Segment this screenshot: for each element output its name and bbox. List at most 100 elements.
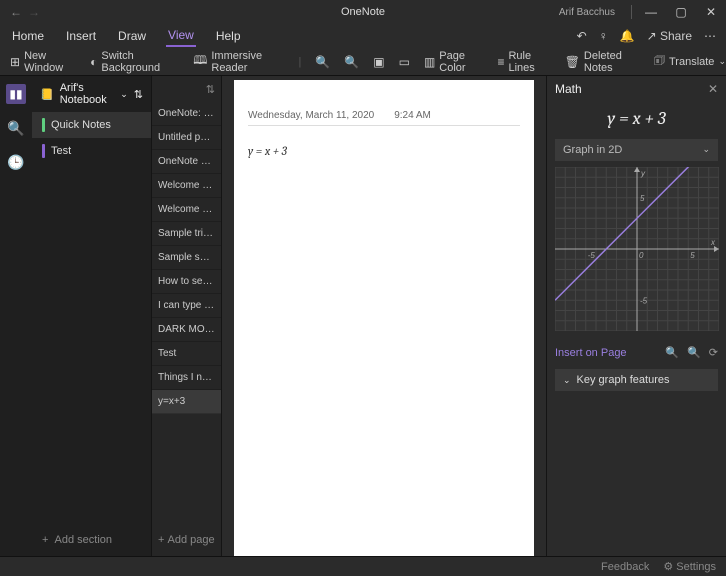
zoom-in-icon: 🔍 <box>344 55 359 69</box>
switch-bg-icon: ◐ <box>90 55 97 69</box>
math-graph[interactable]: -505-55xy <box>555 167 718 334</box>
feedback-link[interactable]: Feedback <box>601 561 649 573</box>
nav-rail: ▮▮ 🔍 🕒 <box>0 76 32 556</box>
rule-lines-icon: ≡ <box>497 55 504 69</box>
zoom-out-button[interactable]: 🔍 <box>315 55 330 69</box>
canvas-area: Wednesday, March 11, 2020 9:24 AM y = x … <box>222 76 546 556</box>
immersive-reader-button[interactable]: 🕮Immersive Reader <box>193 50 284 74</box>
ribbon: ⊞New Window ◐Switch Background 🕮Immersiv… <box>0 48 726 76</box>
page-list-item[interactable]: Sample trip pl… <box>152 222 221 246</box>
reset-icon[interactable]: ⟳ <box>709 346 718 359</box>
new-page-button[interactable]: ▭ <box>399 55 410 69</box>
app-name: OneNote <box>341 6 385 18</box>
lightbulb-icon[interactable]: ♀ <box>599 29 608 43</box>
page-list-item[interactable]: Welcome to O… <box>152 198 221 222</box>
graph-mode-dropdown[interactable]: Graph in 2D ⌄ <box>555 139 718 161</box>
menu-draw[interactable]: Draw <box>116 26 148 46</box>
nav-back-icon[interactable]: ← <box>10 5 22 19</box>
math-panel-header: Math ✕ <box>547 76 726 102</box>
svg-text:5: 5 <box>690 251 695 260</box>
page-color-button[interactable]: ▥Page Color <box>424 50 483 74</box>
page-list-item[interactable]: Things I need… <box>152 366 221 390</box>
window-minimize-button[interactable]: — <box>636 5 666 19</box>
page-list-item[interactable]: How to set up… <box>152 270 221 294</box>
divider: | <box>299 56 302 68</box>
zoom-out-icon[interactable]: 🔍 <box>687 346 701 359</box>
svg-text:-5: -5 <box>640 296 648 305</box>
switch-background-button[interactable]: ◐Switch Background <box>90 50 179 74</box>
zoom-in-icon[interactable]: 🔍 <box>665 346 679 359</box>
filter-icon[interactable]: ⇅ <box>134 88 143 101</box>
key-graph-features-dropdown[interactable]: ⌄ Key graph features <box>555 369 718 391</box>
notebook-name: Arif's Notebook <box>60 82 115 106</box>
notebook-header[interactable]: 📒 Arif's Notebook ⌄ ⇅ <box>32 76 151 112</box>
menu-view[interactable]: View <box>166 25 196 47</box>
add-section-button[interactable]: + Add section <box>32 524 151 556</box>
close-icon[interactable]: ✕ <box>708 82 718 96</box>
page-date-row: Wednesday, March 11, 2020 9:24 AM <box>248 110 520 126</box>
fit-window-icon: ▣ <box>373 55 384 69</box>
new-page-icon: ▭ <box>399 55 410 69</box>
window-maximize-button[interactable]: ▢ <box>666 5 696 19</box>
page-list-item[interactable]: DARK MODE… <box>152 318 221 342</box>
fit-window-button[interactable]: ▣ <box>373 55 384 69</box>
page-equation[interactable]: y = x + 3 <box>248 144 520 158</box>
section-quick-notes[interactable]: Quick Notes <box>32 112 151 138</box>
new-window-button[interactable]: ⊞New Window <box>10 50 76 74</box>
recent-icon[interactable]: 🕒 <box>6 152 26 172</box>
page-canvas[interactable]: Wednesday, March 11, 2020 9:24 AM y = x … <box>234 80 534 556</box>
page-list-item[interactable]: Sample shopp… <box>152 246 221 270</box>
page-list-item[interactable]: y=x+3 <box>152 390 221 414</box>
graph-actions: Insert on Page 🔍 🔍 ⟳ <box>547 340 726 365</box>
menu-insert[interactable]: Insert <box>64 26 98 46</box>
deleted-notes-button[interactable]: 🗑Deleted Notes <box>565 50 640 74</box>
page-list-item[interactable]: I can type on… <box>152 294 221 318</box>
page-list-item[interactable]: OneNote: one… <box>152 102 221 126</box>
svg-text:5: 5 <box>640 194 645 203</box>
separator <box>631 5 632 19</box>
add-page-button[interactable]: + Add page <box>152 524 221 556</box>
undo-icon[interactable]: ↶ <box>577 29 587 43</box>
rule-lines-button[interactable]: ≡Rule Lines <box>497 50 550 74</box>
settings-link[interactable]: ⚙ Settings <box>663 560 716 573</box>
chevron-down-icon: ⌄ <box>120 89 128 100</box>
more-icon[interactable]: ⋯ <box>704 29 716 43</box>
notebook-icon: 📒 <box>40 88 54 101</box>
section-label: Test <box>51 145 71 157</box>
sections-panel: 📒 Arif's Notebook ⌄ ⇅ Quick Notes Test +… <box>32 76 152 556</box>
zoom-out-icon: 🔍 <box>315 55 330 69</box>
translate-icon: 🗊 <box>654 51 665 72</box>
section-color-bar <box>42 118 45 132</box>
menubar: Home Insert Draw View Help ↶ ♀ 🔔 ↗ Share… <box>0 24 726 48</box>
page-list-item[interactable]: Welcome to O… <box>152 174 221 198</box>
translate-button[interactable]: 🗊Translate ⌄ <box>654 51 726 72</box>
page-time: 9:24 AM <box>394 110 431 121</box>
svg-text:-5: -5 <box>588 251 596 260</box>
insert-on-page-link[interactable]: Insert on Page <box>555 347 627 359</box>
zoom-in-button[interactable]: 🔍 <box>344 55 359 69</box>
section-color-bar <box>42 144 45 158</box>
page-list-item[interactable]: Test <box>152 342 221 366</box>
section-label: Quick Notes <box>51 119 111 131</box>
titlebar: ← → OneNote Arif Bacchus — ▢ ✕ <box>0 0 726 24</box>
nav-forward-icon: → <box>28 5 40 19</box>
share-button[interactable]: ↗ Share <box>647 29 692 43</box>
notebooks-icon[interactable]: ▮▮ <box>6 84 26 104</box>
search-icon[interactable]: 🔍 <box>6 118 26 138</box>
user-name[interactable]: Arif Bacchus <box>559 7 615 18</box>
page-color-icon: ▥ <box>424 55 435 69</box>
menu-home[interactable]: Home <box>10 26 46 46</box>
svg-text:0: 0 <box>639 251 644 260</box>
page-date: Wednesday, March 11, 2020 <box>248 110 374 121</box>
notification-icon[interactable]: 🔔 <box>620 29 635 43</box>
menu-help[interactable]: Help <box>214 26 243 46</box>
chevron-down-icon: ⌄ <box>563 375 571 386</box>
page-list-item[interactable]: Untitled page <box>152 126 221 150</box>
main-area: ▮▮ 🔍 🕒 📒 Arif's Notebook ⌄ ⇅ Quick Notes… <box>0 76 726 556</box>
window-close-button[interactable]: ✕ <box>696 5 726 19</box>
page-sort-icon[interactable]: ⇅ <box>152 76 221 102</box>
immersive-reader-icon: 🕮 <box>193 51 207 72</box>
math-equation-display: y = x + 3 <box>547 102 726 139</box>
section-test[interactable]: Test <box>32 138 151 164</box>
page-list-item[interactable]: OneNote Basics <box>152 150 221 174</box>
